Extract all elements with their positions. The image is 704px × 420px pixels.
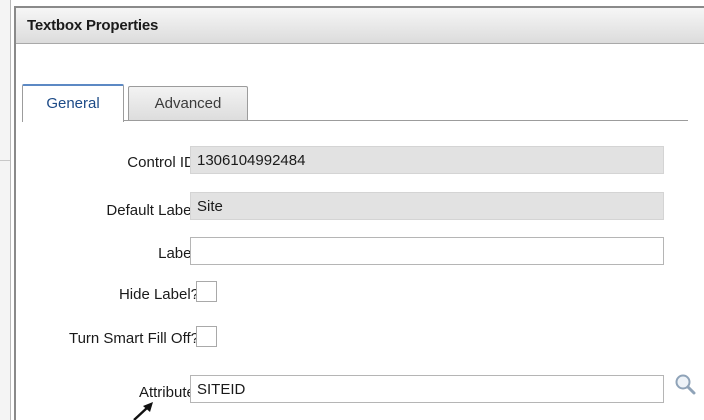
smart-fill-off-label: Turn Smart Fill Off?: [68, 330, 199, 347]
dialog-title: Textbox Properties: [27, 17, 159, 34]
dialog-titlebar[interactable]: Textbox Properties: [16, 8, 704, 44]
control-id-label: Control ID:: [127, 154, 199, 171]
attribute-input[interactable]: [190, 375, 664, 403]
smart-fill-off-checkbox[interactable]: [196, 326, 217, 347]
magnifier-icon[interactable]: [674, 373, 696, 395]
edge-tick: [0, 160, 10, 161]
default-label-label: Default Label:: [106, 202, 199, 219]
tab-general[interactable]: General: [22, 84, 124, 122]
default-label-field: [190, 192, 664, 220]
control-id-field: [190, 146, 664, 174]
hide-label-checkbox[interactable]: [196, 281, 217, 302]
background-page-edge: [0, 0, 11, 420]
hide-label-label: Hide Label?: [118, 286, 199, 303]
label-input[interactable]: [190, 237, 664, 265]
tab-advanced[interactable]: Advanced: [128, 86, 248, 120]
page: Textbox Properties General Advanced Cont…: [0, 0, 704, 420]
pointer-arrow-icon: [133, 402, 153, 420]
